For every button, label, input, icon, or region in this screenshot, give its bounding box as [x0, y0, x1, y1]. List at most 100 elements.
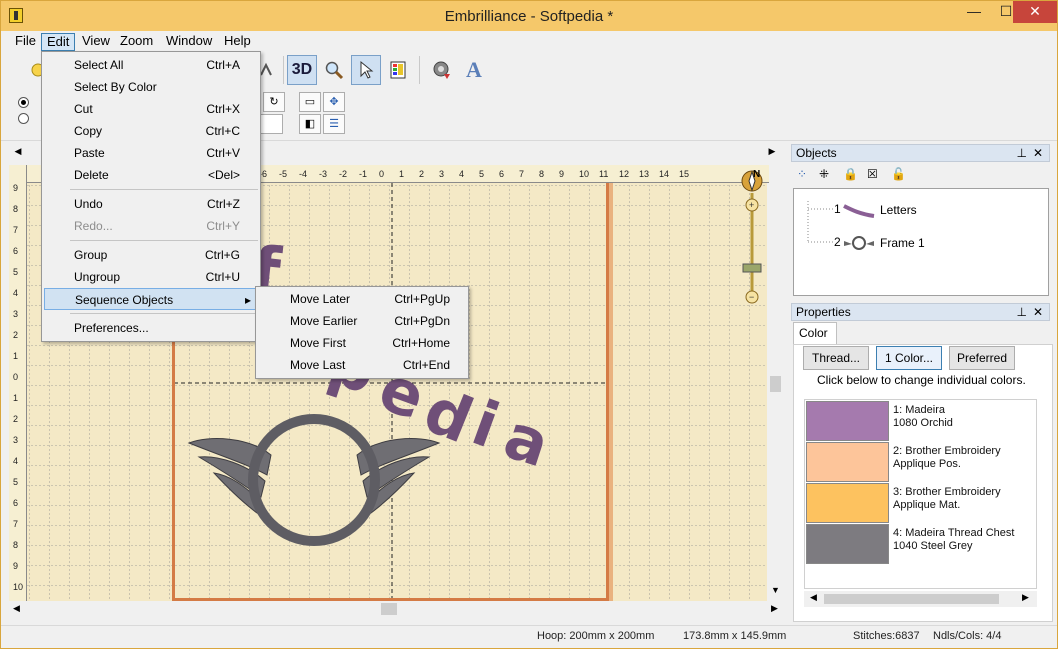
color-row[interactable]: 4: Madeira Thread Chest 1040 Steel Grey [806, 524, 1036, 565]
object-item-frame[interactable]: 2 Frame 1 [834, 235, 1004, 253]
ruler-tick-label: -5 [279, 169, 288, 179]
menu-item-redo[interactable]: Redo... Ctrl+Y [44, 215, 258, 237]
menu-separator [70, 240, 258, 241]
tab-scroll-left-icon[interactable]: ◀ [11, 142, 25, 160]
ruler-tick-label: 6 [13, 498, 19, 508]
align-top-icon[interactable]: ▭ [299, 92, 321, 112]
menu-zoom[interactable]: Zoom [115, 33, 158, 51]
ruler-tick-label: 2 [419, 169, 425, 179]
rotate-right-icon[interactable]: ↻ [263, 92, 285, 112]
color-sort-icon[interactable] [383, 55, 413, 85]
horizontal-scroll-thumb[interactable] [381, 603, 397, 615]
select-pointer-icon[interactable] [351, 55, 381, 85]
distribute-icon[interactable]: ☰ [323, 114, 345, 134]
color-row[interactable]: 1: Madeira 1080 Orchid [806, 401, 1036, 442]
ruler-tick-label: 15 [679, 169, 690, 179]
stitch-count-status: Stitches:6837 [853, 630, 920, 642]
thread-color-list: 1: Madeira 1080 Orchid 2: Brother Embroi… [804, 399, 1037, 589]
menu-window[interactable]: Window [161, 33, 217, 51]
menu-item-preferences[interactable]: Preferences... [44, 317, 258, 339]
ruler-tick-label: 2 [13, 414, 19, 424]
group-objects-icon[interactable]: ⁜ [819, 167, 829, 181]
ruler-tick-label: 0 [13, 372, 19, 382]
menu-edit[interactable]: Edit [41, 33, 76, 51]
scroll-left-icon[interactable]: ◀ [810, 592, 817, 603]
tab-scroll-right-icon[interactable]: ▶ [765, 142, 779, 160]
color-row[interactable]: 2: Brother Embroidery Applique Pos. [806, 442, 1036, 483]
thread-button[interactable]: Thread... [803, 346, 869, 370]
menu-item-copy[interactable]: Copy Ctrl+C [44, 120, 258, 142]
objects-toolbar: ⁘ ⁜ 🔒 ☒ 🔓 [793, 165, 1049, 187]
hoop-size-status: Hoop: 200mm x 200mm [537, 630, 655, 642]
panel-close-icon[interactable]: ✕ [1033, 145, 1043, 161]
menu-item-select-all[interactable]: Select All Ctrl+A [44, 54, 258, 76]
canvas-horizontal-scrollbar[interactable]: ◀ ▶ [9, 601, 785, 617]
value-field[interactable] [259, 114, 283, 134]
zoom-icon[interactable] [319, 55, 349, 85]
menu-help[interactable]: Help [219, 33, 256, 51]
scroll-right-icon[interactable]: ▶ [1022, 592, 1029, 603]
ruler-tick-label: 9 [13, 561, 19, 571]
color-row[interactable]: 3: Brother Embroidery Applique Mat. [806, 483, 1036, 524]
ruler-tick-label: 12 [619, 169, 630, 179]
menu-item-move-last[interactable]: Move Last Ctrl+End [258, 354, 466, 376]
svg-text:−: − [749, 292, 754, 302]
objects-tree: 1 Letters 2 Frame 1 [793, 188, 1049, 296]
menu-item-sequence-objects[interactable]: Sequence Objects ▸ [44, 288, 258, 310]
menu-item-move-earlier[interactable]: Move Earlier Ctrl+PgDn [258, 310, 466, 332]
tab-color[interactable]: Color [793, 322, 837, 344]
delete-object-icon[interactable]: ☒ [867, 167, 878, 181]
compass-north-label: N [753, 169, 761, 180]
text-tool-icon[interactable]: A [459, 55, 489, 85]
panel-close-icon[interactable]: ✕ [1033, 304, 1043, 320]
close-button[interactable]: ✕ [1013, 1, 1057, 23]
mode-radio-1[interactable] [18, 97, 29, 108]
window-title: Embrilliance - Softpedia * [444, 8, 614, 25]
settings-gear-icon[interactable] [427, 55, 457, 85]
color-swatch [806, 442, 889, 482]
ruler-tick-label: 5 [479, 169, 485, 179]
status-bar: Hoop: 200mm x 200mm 173.8mm x 145.9mm St… [1, 625, 1057, 648]
zoom-slider[interactable]: + − N [741, 169, 763, 309]
ruler-tick-label: 10 [579, 169, 590, 179]
menu-item-select-by-color[interactable]: Select By Color [44, 76, 258, 98]
preferred-button[interactable]: Preferred [949, 346, 1015, 370]
one-color-button[interactable]: 1 Color... [876, 346, 942, 370]
menu-item-undo[interactable]: Undo Ctrl+Z [44, 193, 258, 215]
menu-view[interactable]: View [77, 33, 115, 51]
unlock-icon[interactable]: 🔓 [891, 167, 906, 181]
menu-item-cut[interactable]: Cut Ctrl+X [44, 98, 258, 120]
menu-item-move-later[interactable]: Move Later Ctrl+PgUp [258, 288, 466, 310]
scroll-left-icon[interactable]: ◀ [13, 603, 20, 614]
select-all-objects-icon[interactable]: ⁘ [797, 167, 807, 181]
3d-view-button[interactable]: 3D [287, 55, 317, 85]
ruler-tick-label: 7 [13, 225, 19, 235]
ruler-tick-label: 1 [399, 169, 405, 179]
pin-icon[interactable]: ⊥ [1017, 304, 1027, 320]
center-icon[interactable]: ✥ [323, 92, 345, 112]
menu-bar: File Edit View Zoom Window Help [1, 31, 1057, 51]
scroll-down-icon[interactable]: ▼ [771, 585, 780, 595]
object-item-letters[interactable]: 1 Letters [834, 202, 1004, 220]
menu-file[interactable]: File [10, 33, 41, 51]
color-swatch [806, 401, 889, 441]
canvas-vertical-scrollbar[interactable]: ▼ [767, 183, 784, 601]
color-list-scroll-thumb[interactable] [824, 594, 999, 604]
ruler-tick-label: 4 [459, 169, 465, 179]
lock-icon[interactable]: 🔒 [843, 167, 858, 181]
vertical-scroll-thumb[interactable] [770, 376, 781, 392]
menu-item-group[interactable]: Group Ctrl+G [44, 244, 258, 266]
scroll-right-icon[interactable]: ▶ [771, 603, 778, 614]
menu-item-move-first[interactable]: Move First Ctrl+Home [258, 332, 466, 354]
mode-radio-2[interactable] [18, 113, 29, 124]
objects-panel-title: Objects [796, 146, 837, 160]
color-list-hscrollbar[interactable]: ◀ ▶ [804, 591, 1037, 607]
menu-item-ungroup[interactable]: Ungroup Ctrl+U [44, 266, 258, 288]
ruler-tick-label: 6 [499, 169, 505, 179]
menu-item-delete[interactable]: Delete <Del> [44, 164, 258, 186]
menu-item-paste[interactable]: Paste Ctrl+V [44, 142, 258, 164]
minimize-button[interactable]: — [959, 1, 989, 23]
align-left-icon[interactable]: ◧ [299, 114, 321, 134]
pin-icon[interactable]: ⊥ [1017, 145, 1027, 161]
ruler-tick-label: 3 [13, 435, 19, 445]
